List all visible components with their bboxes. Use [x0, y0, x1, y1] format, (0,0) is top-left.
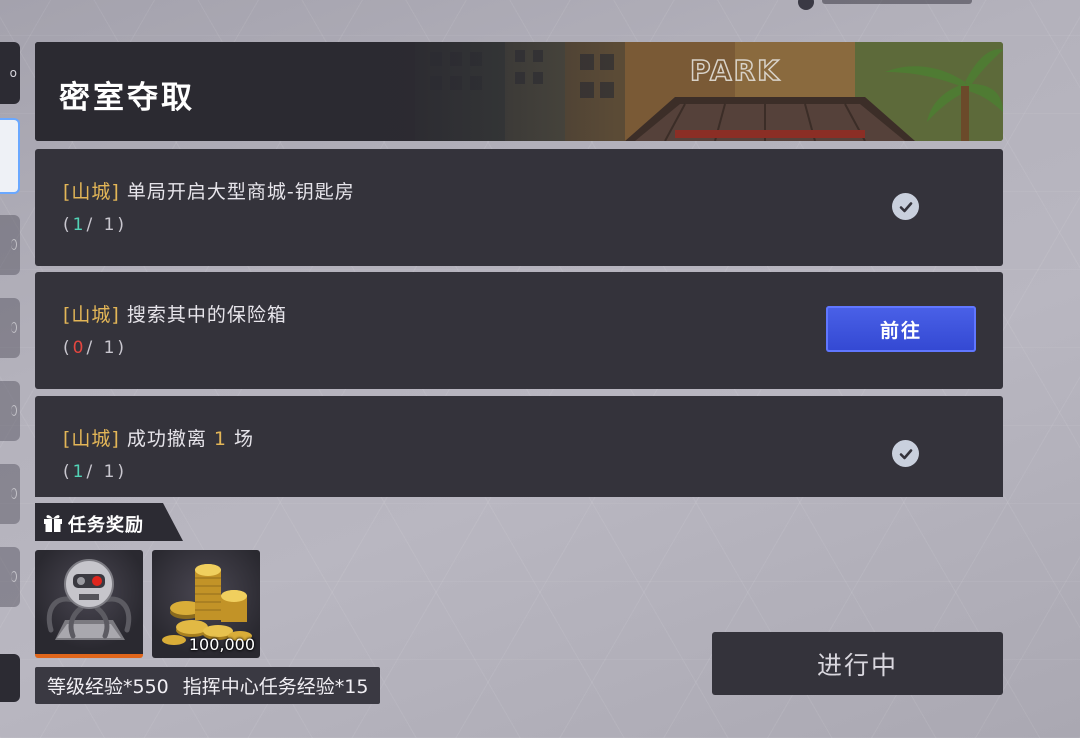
task-title: [山城] 单局开启大型商城-钥匙房 [63, 177, 355, 204]
category-tab[interactable] [0, 381, 20, 441]
top-status-peek [798, 0, 978, 10]
reward-item[interactable] [35, 550, 143, 658]
task-title: [山城] 搜索其中的保险箱 [63, 300, 287, 327]
task-progress: (1/ 1) [63, 215, 127, 235]
robot-mech-icon [46, 559, 132, 640]
reward-item[interactable]: 100,000 [152, 550, 260, 658]
mission-header: PARK 密室夺取 [35, 42, 1003, 141]
progress-open: ( [63, 215, 73, 235]
command-center-exp: 指挥中心任务经验*15 [182, 676, 369, 698]
progress-total: / 1) [86, 338, 128, 358]
check-icon [892, 193, 919, 220]
category-tab[interactable] [0, 547, 20, 607]
mission-title: 密室夺取 [59, 80, 195, 116]
progress-total: / 1) [86, 462, 128, 482]
progress-total: / 1) [86, 215, 128, 235]
task-card: [山城] 单局开启大型商城-钥匙房 (1/ 1) [35, 149, 1003, 266]
task-progress: (1/ 1) [63, 462, 127, 482]
gift-icon [44, 515, 62, 532]
task-text: 成功撤离 [119, 428, 214, 450]
progress-open: ( [63, 338, 73, 358]
exp-rewards: 等级经验*550 指挥中心任务经验*15 [35, 667, 381, 704]
rewards-header: 任务奖励 [35, 503, 183, 541]
category-tab[interactable] [0, 298, 20, 358]
task-progress: (0/ 1) [63, 338, 127, 358]
task-text: 单局开启大型商城-钥匙房 [119, 181, 355, 203]
progress-current: 1 [72, 462, 87, 482]
rewards-label: 任务奖励 [68, 515, 144, 536]
level-exp: 等级经验*550 [47, 676, 169, 698]
task-location: [山城] [63, 304, 120, 326]
status-button[interactable]: 进行中 [712, 632, 1003, 695]
category-tab-bottom[interactable] [0, 654, 20, 702]
task-text: 搜索其中的保险箱 [119, 304, 287, 326]
category-tab[interactable] [0, 215, 20, 275]
category-tab-top[interactable]: o [0, 42, 20, 104]
task-card: [山城] 成功撤离 1 场 (1/ 1) [35, 396, 1003, 497]
task-text-suffix: 场 [227, 428, 255, 450]
task-category-strip: o [0, 40, 22, 710]
category-tab[interactable] [0, 464, 20, 524]
check-icon [892, 440, 919, 467]
task-count: 1 [213, 428, 228, 450]
category-tab-selected[interactable] [0, 118, 20, 194]
task-card: [山城] 搜索其中的保险箱 (0/ 1) 前往 [35, 272, 1003, 389]
go-button[interactable]: 前往 [826, 306, 976, 352]
task-location: [山城] [63, 181, 120, 203]
task-location: [山城] [63, 428, 120, 450]
task-title: [山城] 成功撤离 1 场 [63, 424, 254, 451]
reward-quantity: 100,000 [188, 635, 255, 654]
progress-open: ( [63, 462, 73, 482]
progress-current: 0 [72, 338, 87, 358]
progress-current: 1 [72, 215, 87, 235]
